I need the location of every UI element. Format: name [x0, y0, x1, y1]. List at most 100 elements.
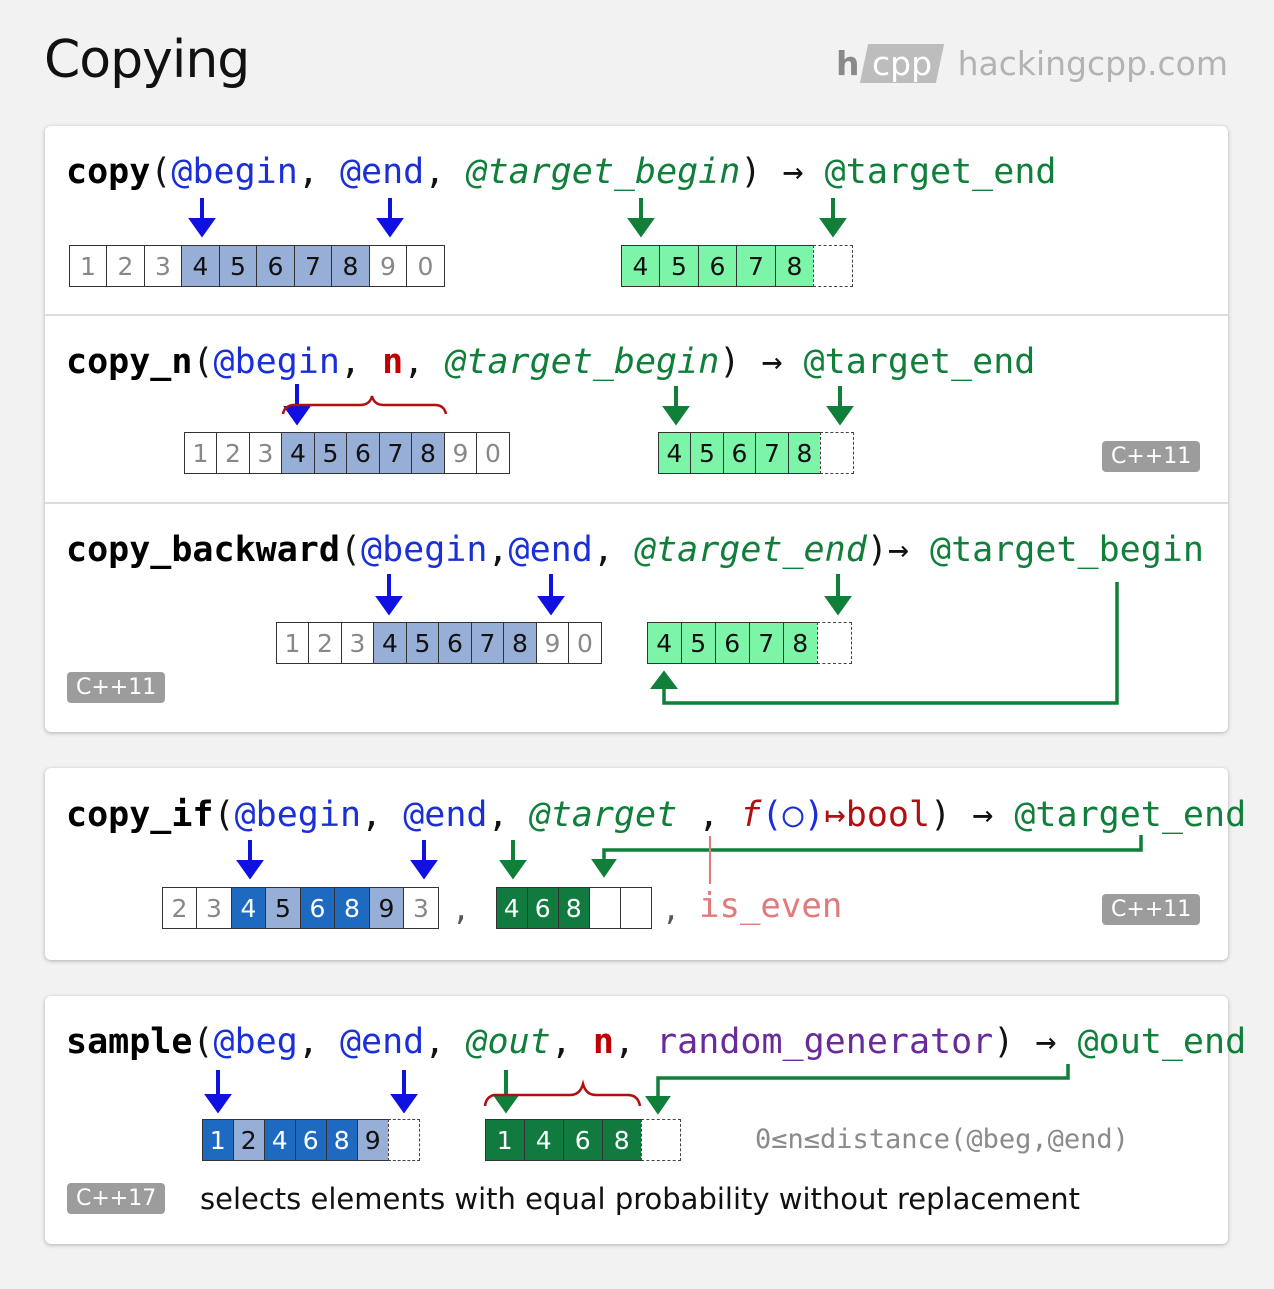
logo-site: hackingcpp.com [957, 44, 1228, 83]
array-cell: 6 [526, 887, 559, 929]
copy-backward-target-array: 45678 [646, 622, 852, 664]
array-cell: 9 [356, 1119, 389, 1161]
array-cell: 3 [340, 622, 375, 664]
return-out-end: @out_end [1077, 1022, 1247, 1062]
copy-n-signature: copy_n(@begin, n, @target_begin) → @targ… [66, 342, 1035, 382]
array-cell [640, 1119, 681, 1161]
fn-copy-if: copy_if [66, 795, 214, 835]
array-cell: 9 [535, 622, 570, 664]
array-cell: 4 [181, 245, 220, 287]
array-cell: 2 [232, 1119, 265, 1161]
copy-signature: copy(@begin, @end, @target_begin) → @tar… [66, 152, 1056, 192]
comma: , [361, 795, 404, 835]
paren: ( [150, 152, 172, 192]
paren: ) [993, 1022, 1036, 1062]
comma: , [424, 152, 467, 192]
badge-cpp11: C++11 [67, 672, 166, 703]
array-cell: 6 [714, 622, 750, 664]
param-end: @end [403, 795, 488, 835]
array-cell: 3 [403, 887, 439, 929]
array-cell: 6 [697, 245, 738, 287]
copy-backward-signature: copy_backward(@begin,@end, @target_end)→… [66, 530, 1204, 570]
array-cell: 0 [406, 245, 445, 287]
param-end: @end [339, 152, 425, 192]
array-cell: 5 [659, 245, 699, 287]
array-cell: 4 [230, 887, 267, 929]
comma: , [487, 795, 530, 835]
site-logo[interactable]: h cpp hackingcpp.com [836, 44, 1228, 83]
array-cell: 5 [680, 622, 716, 664]
array-cell: 7 [736, 245, 776, 287]
param-target-end: @target_end [634, 530, 867, 570]
array-cell: 7 [293, 245, 333, 287]
copy-if-target-array: 468 [495, 887, 652, 929]
array-cell: 8 [787, 432, 822, 474]
copy-n-target-array: 45678 [657, 432, 854, 474]
array-cell: 2 [161, 887, 198, 929]
logo-h: h [836, 44, 860, 83]
array-cell: 5 [218, 245, 258, 287]
param-target-begin: @target_begin [445, 342, 720, 382]
paren: ) [866, 530, 888, 570]
array-cell: 8 [411, 432, 445, 474]
array-cell [619, 887, 652, 929]
comma: , [424, 1022, 467, 1062]
array-cell [816, 622, 852, 664]
comma: , [550, 1022, 593, 1062]
separator-comma: , [662, 893, 681, 928]
array-cell: 2 [308, 622, 342, 664]
array-cell: 4 [657, 432, 692, 474]
comma: , [613, 1022, 657, 1062]
array-cell: 8 [334, 887, 370, 929]
param-n: n [382, 342, 404, 382]
array-cell: 1 [484, 1119, 525, 1161]
constraint-note: 0≤n≤distance(@beg,@end) [755, 1124, 1129, 1155]
array-cell: 8 [601, 1119, 642, 1161]
array-cell: 1 [68, 245, 108, 287]
array-cell: 0 [476, 432, 510, 474]
return-arrow: → [1035, 1022, 1057, 1062]
return-arrow: → [887, 530, 909, 570]
array-cell: 6 [294, 1119, 327, 1161]
param-begin: @begin [361, 530, 488, 570]
array-cell: 6 [562, 1119, 603, 1161]
array-cell: 6 [438, 622, 472, 664]
badge-cpp17: C++17 [67, 1183, 166, 1214]
return-arrow: → [761, 342, 783, 382]
array-cell: 7 [378, 432, 413, 474]
array-cell: 9 [368, 245, 408, 287]
card-copy-group [45, 126, 1228, 732]
copy-n-source-array: 1234567890 [183, 432, 510, 474]
array-cell: 4 [523, 1119, 564, 1161]
return-target-end: @target_end [824, 152, 1057, 192]
param-random-generator: random_generator [656, 1022, 994, 1062]
array-cell: 1 [183, 432, 218, 474]
comma: , [297, 1022, 340, 1062]
param-beg: @beg [213, 1022, 298, 1062]
array-cell: 6 [299, 887, 336, 929]
param-end: @end [508, 530, 593, 570]
page-title: Copying [44, 30, 250, 90]
paren: ( [213, 795, 235, 835]
array-cell: 4 [263, 1119, 296, 1161]
comma: , [487, 530, 509, 570]
comma: , [403, 342, 446, 382]
array-cell: 4 [373, 622, 407, 664]
array-cell: 9 [443, 432, 478, 474]
param-end: @end [339, 1022, 425, 1062]
separator-comma: , [452, 893, 471, 928]
param-target: @target [529, 795, 678, 835]
array-cell: 7 [755, 432, 789, 474]
array-cell: 4 [646, 622, 682, 664]
param-out: @out [466, 1022, 551, 1062]
sample-description: selects elements with equal probability … [200, 1182, 1080, 1216]
array-cell: 6 [346, 432, 380, 474]
param-begin: @begin [171, 152, 298, 192]
divider-2 [45, 502, 1228, 504]
fn-copy-n: copy_n [66, 342, 193, 382]
array-cell: 9 [368, 887, 405, 929]
fn-copy: copy [66, 152, 151, 192]
return-arrow: → [972, 795, 994, 835]
